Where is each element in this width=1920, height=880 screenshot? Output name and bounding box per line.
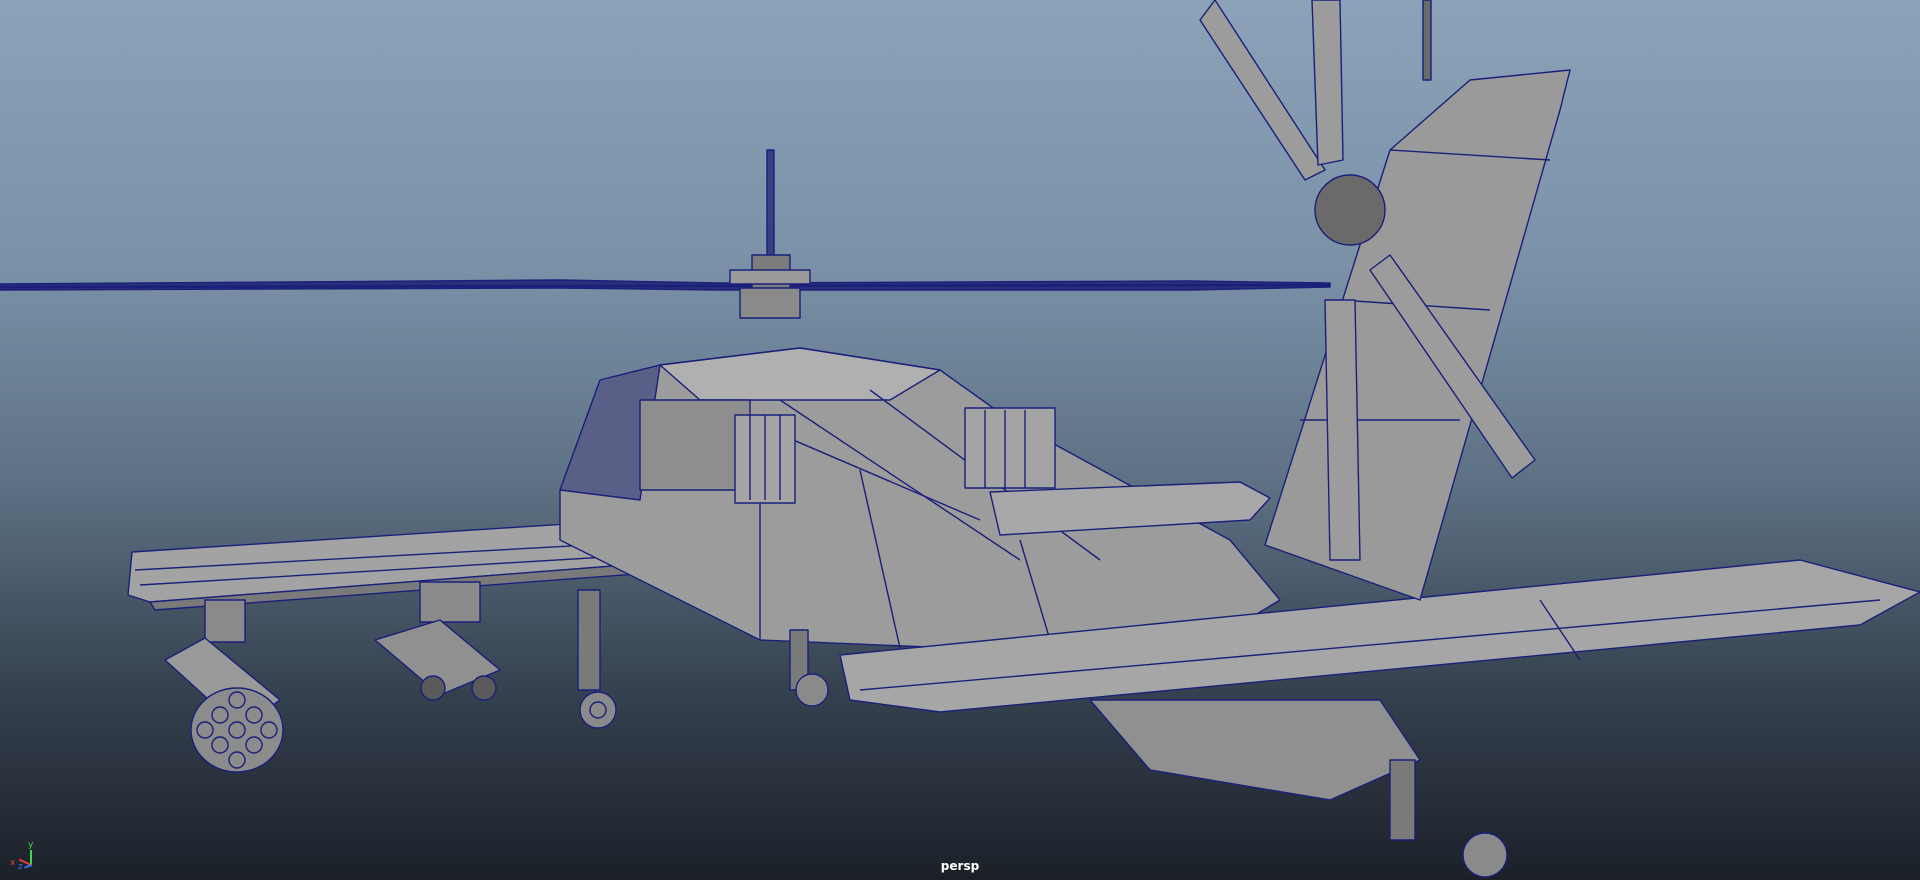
tail-boom[interactable] bbox=[1089, 699, 1421, 801]
rotor-mast[interactable] bbox=[729, 149, 811, 319]
camera-name-label: persp bbox=[940, 859, 980, 873]
right-stub-wing[interactable] bbox=[989, 481, 1271, 536]
rocket-pod[interactable] bbox=[164, 599, 284, 773]
main-rotor-blade[interactable] bbox=[0, 279, 1331, 291]
y-axis-label: y bbox=[28, 840, 34, 850]
maya-perspective-viewport[interactable]: y x z persp bbox=[0, 0, 1920, 880]
left-landing-gear[interactable] bbox=[577, 589, 617, 729]
missile-rack[interactable] bbox=[374, 581, 501, 701]
helicopter-wireframe-model[interactable] bbox=[0, 0, 1920, 880]
